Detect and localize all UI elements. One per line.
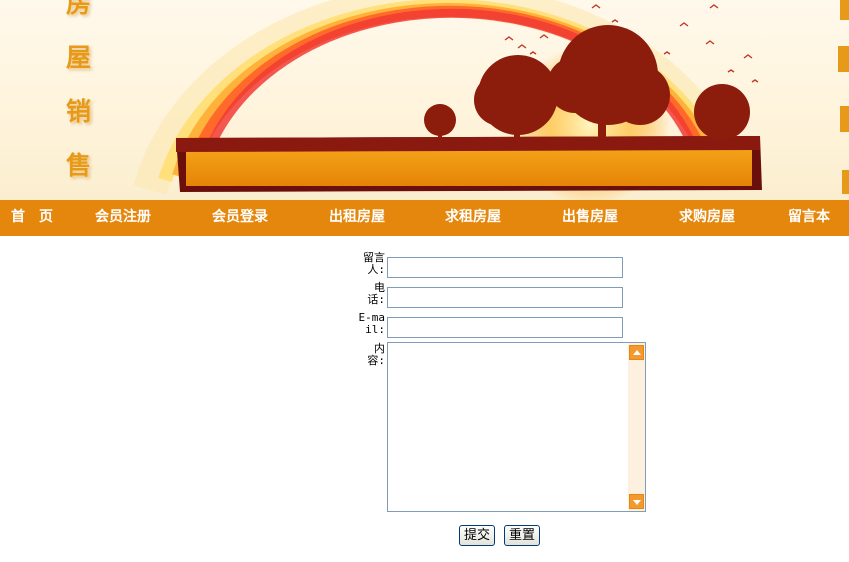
banner-vertical-title: 房 屋 销 售: [66, 0, 96, 182]
email-label: E-mail:: [358, 311, 386, 336]
header-banner: 房 屋 销 售: [0, 0, 849, 200]
banner-char: 售: [66, 151, 92, 180]
scroll-up-arrow-icon[interactable]: [629, 345, 644, 360]
banner-char: 房: [66, 0, 92, 18]
main-nav: 首 页 会员注册 会员登录 出租房屋 求租房屋 出售房屋 求购房屋 留言本: [0, 200, 849, 236]
phone-input[interactable]: [387, 287, 623, 308]
content-label: 内容:: [367, 342, 385, 367]
right-edge-chars: [838, 0, 849, 194]
nav-item-guestbook[interactable]: 留言本: [788, 200, 830, 236]
banner-char: 销: [66, 97, 92, 126]
submit-button[interactable]: 提交: [459, 525, 496, 546]
content-textarea-wrapper: [387, 342, 646, 512]
nav-item-sell[interactable]: 出售房屋: [562, 200, 618, 236]
nav-item-home[interactable]: 首 页: [11, 200, 53, 236]
name-input[interactable]: [387, 257, 623, 278]
reset-button[interactable]: 重置: [504, 525, 541, 546]
name-label: 留言人:: [363, 251, 385, 276]
banner-board: [176, 136, 762, 192]
nav-item-register[interactable]: 会员注册: [95, 200, 151, 236]
nav-item-seek-rent[interactable]: 求租房屋: [445, 200, 501, 236]
content-textarea[interactable]: [388, 343, 628, 511]
textarea-scrollbar[interactable]: [628, 343, 645, 511]
scroll-down-arrow-icon[interactable]: [629, 494, 644, 509]
banner-illustration: [133, 0, 849, 200]
nav-item-login[interactable]: 会员登录: [212, 200, 268, 236]
email-input[interactable]: [387, 317, 623, 338]
phone-label: 电话:: [367, 281, 385, 306]
banner-char: 屋: [66, 43, 92, 72]
nav-item-buy[interactable]: 求购房屋: [679, 200, 735, 236]
nav-item-rent-out[interactable]: 出租房屋: [329, 200, 385, 236]
